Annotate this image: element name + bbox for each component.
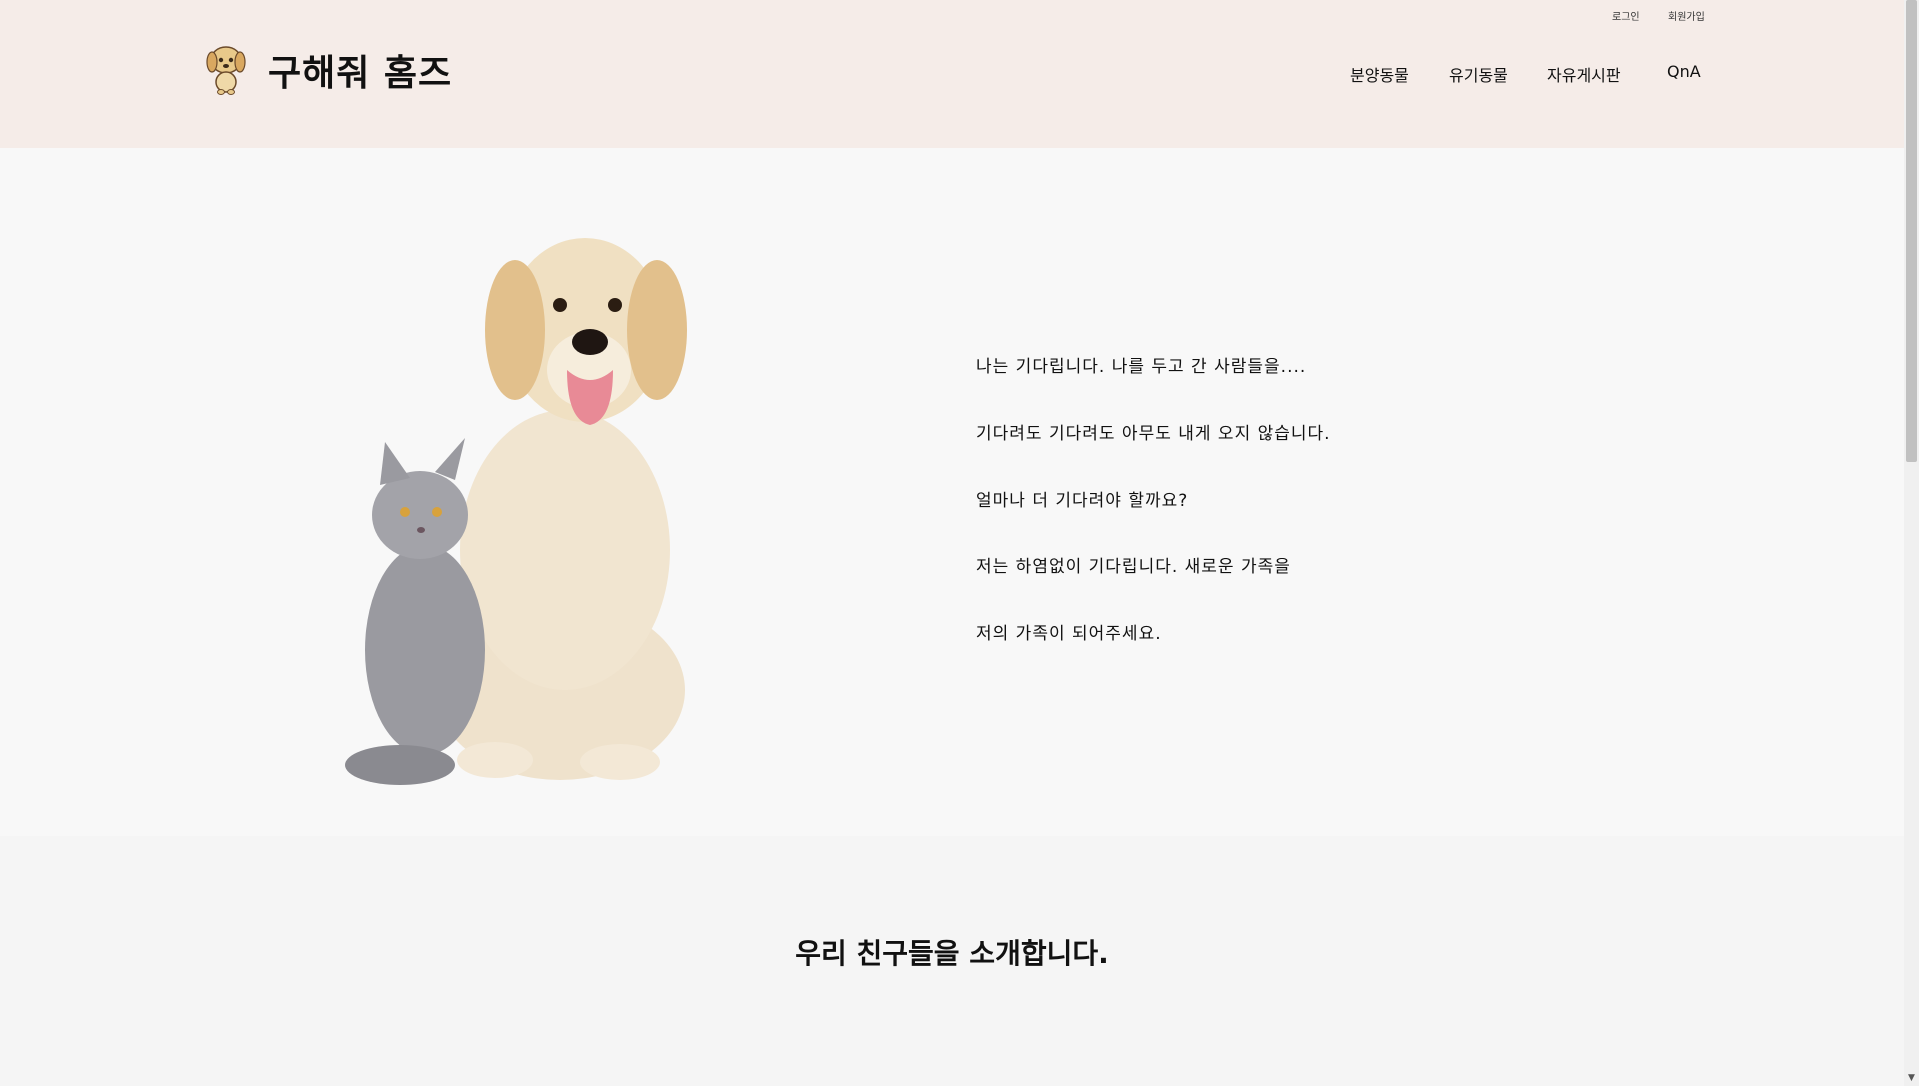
- scroll-down-icon[interactable]: ▼: [1904, 1071, 1919, 1086]
- site-title[interactable]: 구해줘 홈즈: [268, 44, 452, 96]
- scrollbar-thumb[interactable]: [1906, 0, 1917, 462]
- nav-free-board[interactable]: 자유게시판: [1547, 62, 1621, 86]
- hero-text-line: 나는 기다립니다. 나를 두고 간 사람들을....: [976, 357, 1307, 377]
- hero-section: [0, 148, 1904, 836]
- nav-abandoned[interactable]: 유기동물: [1449, 62, 1508, 86]
- hero-text-line: 저의 가족이 되어주세요.: [976, 624, 1162, 644]
- hero-text-line: 얼마나 더 기다려야 할까요?: [976, 491, 1189, 511]
- logo-icon[interactable]: [204, 44, 248, 96]
- signup-link[interactable]: 회원가입: [1668, 8, 1705, 23]
- hero-text-line: 저는 하염없이 기다립니다. 새로운 가족을: [976, 557, 1291, 577]
- dog-and-cat-image: [345, 220, 765, 790]
- nav-qna[interactable]: QnA: [1667, 62, 1701, 81]
- hero-text-line: 기다려도 기다려도 아무도 내게 오지 않습니다.: [976, 424, 1331, 444]
- login-link[interactable]: 로그인: [1612, 8, 1640, 23]
- nav-adoption[interactable]: 분양동물: [1350, 62, 1409, 86]
- section-title: 우리 친구들을 소개합니다.: [795, 937, 1109, 970]
